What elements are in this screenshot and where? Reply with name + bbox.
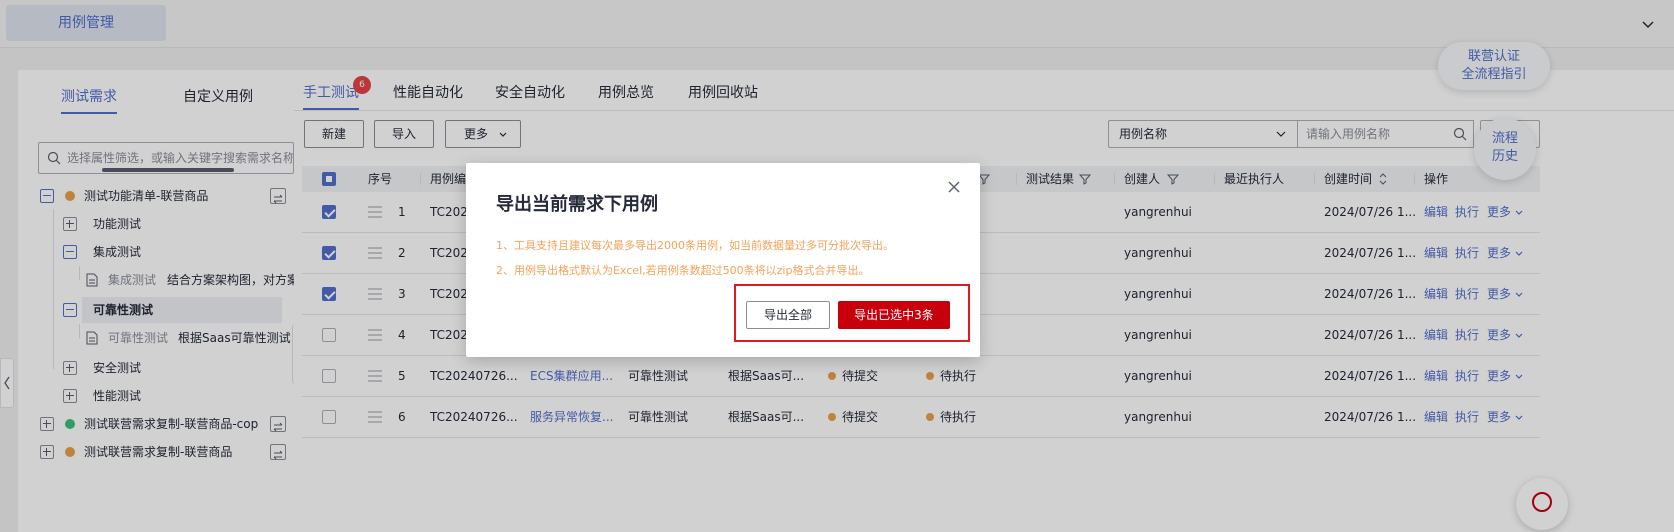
dialog-tip-1: 1、工具支持且建议每次最多导出2000条用例，如当前数据量过多可分批次导出。 <box>496 239 894 252</box>
highlight-annotation-box <box>734 284 970 342</box>
dialog-title: 导出当前需求下用例 <box>496 194 658 215</box>
dialog-tip-2: 2、用例导出格式默认为Excel,若用例条数超过500条将以zip格式合并导出。 <box>496 264 870 277</box>
close-icon[interactable] <box>946 179 962 195</box>
